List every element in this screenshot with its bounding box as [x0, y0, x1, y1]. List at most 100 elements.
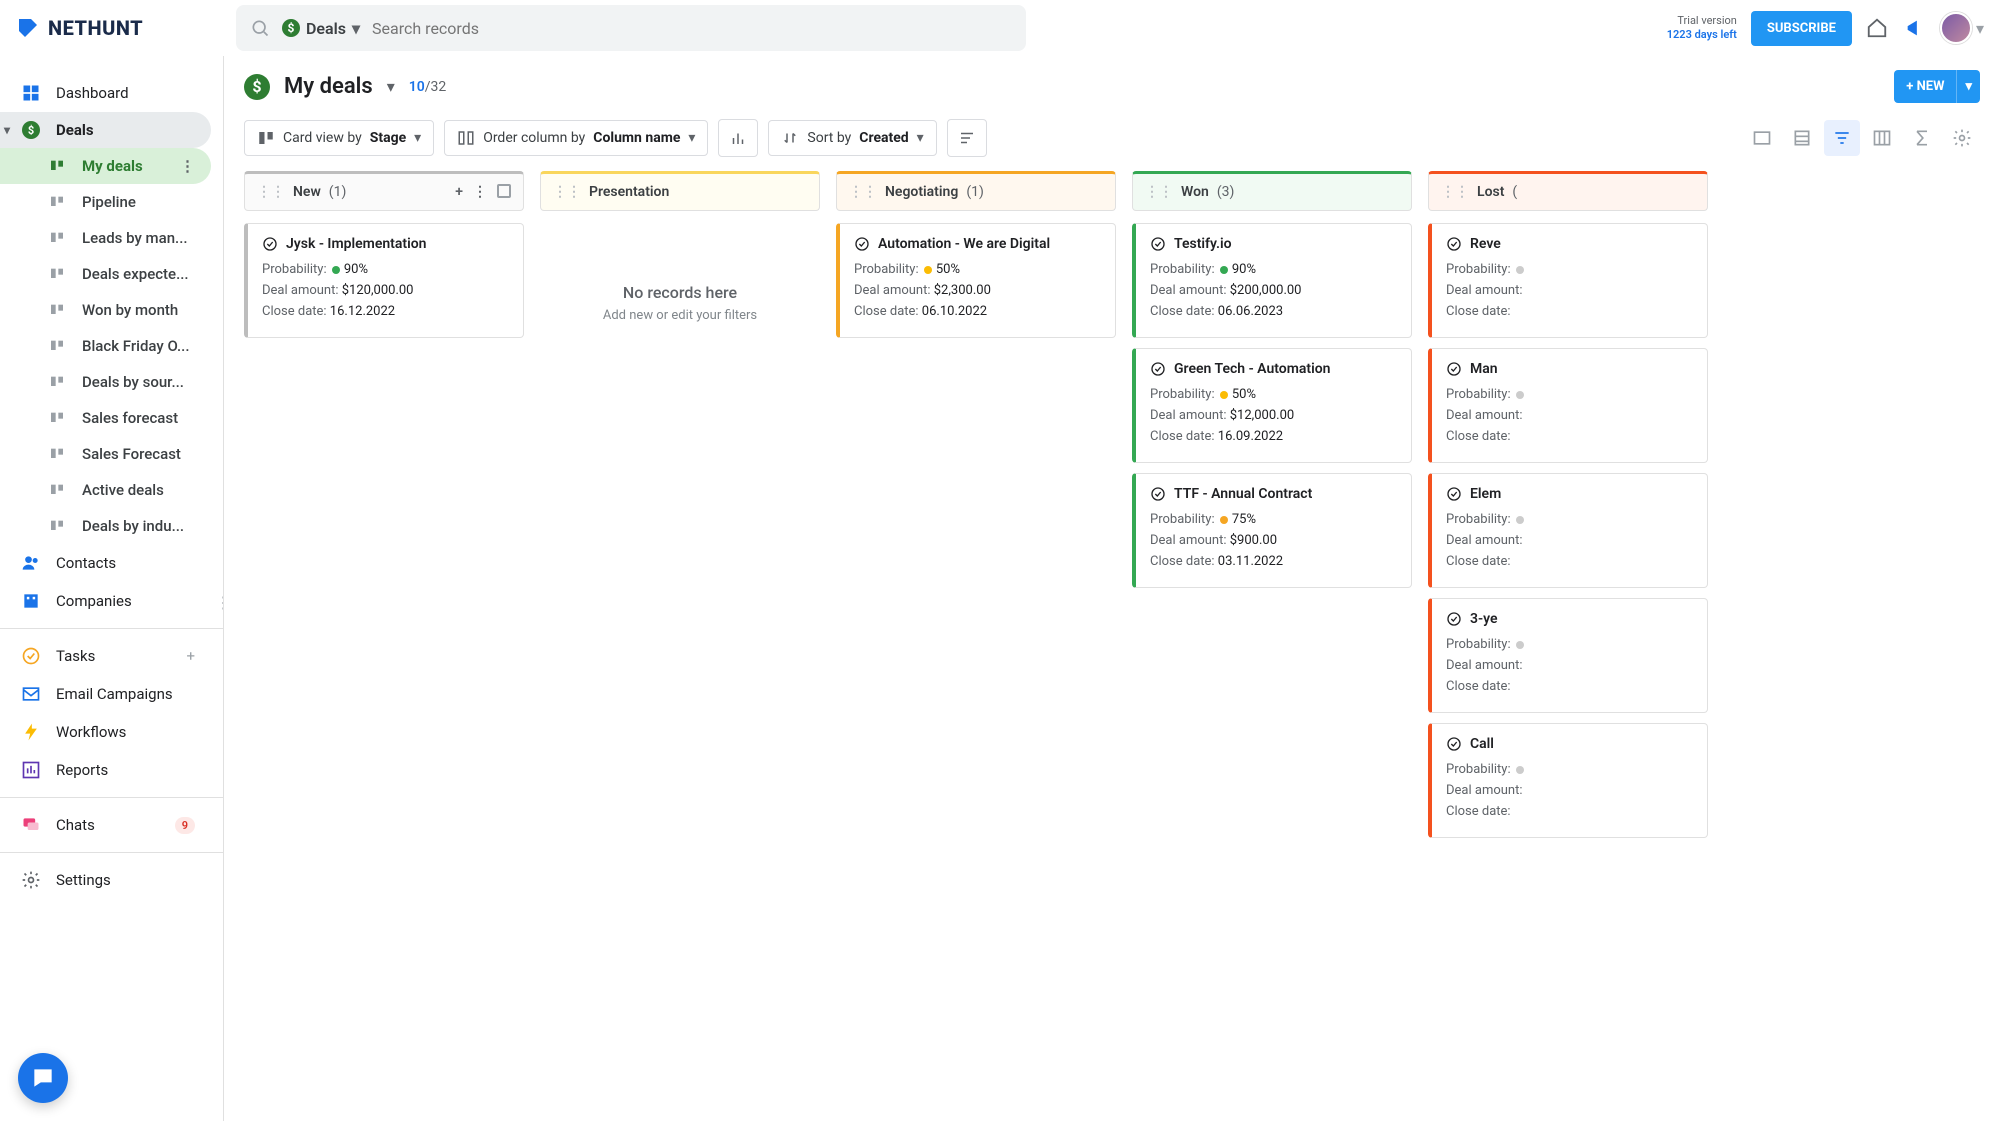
- amount-value: $120,000.00: [342, 283, 414, 298]
- sidebar-resize-handle[interactable]: ⋮: [219, 589, 224, 617]
- grip-icon[interactable]: ⋮⋮: [1145, 184, 1173, 200]
- check-circle-icon: [262, 236, 278, 252]
- sidebar-view-item[interactable]: My deals⋮: [0, 148, 211, 184]
- close-date-field: Close date: 03.11.2022: [1150, 554, 1397, 569]
- chevron-down-icon[interactable]: ▾: [387, 77, 395, 96]
- search-scope-selector[interactable]: $ Deals ▾: [282, 19, 360, 38]
- kanban-board: ⋮⋮New (1)+⋮Jysk - ImplementationProbabil…: [244, 171, 1980, 1107]
- view-label: Sales Forecast: [82, 445, 181, 463]
- deal-card[interactable]: 3-yeProbability: Deal amount: Close date…: [1428, 598, 1708, 713]
- deal-card[interactable]: Jysk - ImplementationProbability: 90%Dea…: [244, 223, 524, 338]
- grip-icon[interactable]: ⋮⋮: [1441, 184, 1469, 200]
- divider: [0, 852, 223, 853]
- chevron-down-icon: ▾: [1976, 19, 1984, 38]
- chat-fab[interactable]: [18, 1053, 68, 1103]
- card-view-selector[interactable]: Card view by Stage ▾: [244, 120, 434, 156]
- sort-lines-icon: [958, 129, 976, 147]
- nav-settings[interactable]: Settings: [0, 861, 211, 899]
- deal-card[interactable]: ManProbability: Deal amount: Close date:: [1428, 348, 1708, 463]
- subscribe-button[interactable]: SUBSCRIBE: [1751, 11, 1852, 46]
- nav-dashboard[interactable]: Dashboard: [0, 74, 211, 112]
- new-record-button[interactable]: + NEW ▾: [1894, 70, 1980, 103]
- nav-chats[interactable]: Chats 9: [0, 806, 211, 844]
- sort-direction[interactable]: [947, 119, 987, 157]
- grip-icon[interactable]: ⋮⋮: [849, 184, 877, 200]
- sidebar-view-item[interactable]: Pipeline: [0, 184, 211, 220]
- nav-reports[interactable]: Reports: [0, 751, 211, 789]
- view-list-icon[interactable]: [1784, 120, 1820, 156]
- brand-logo[interactable]: NETHUNT: [16, 16, 216, 40]
- sidebar-view-item[interactable]: Deals by sour...: [0, 364, 211, 400]
- home-icon[interactable]: [1866, 17, 1888, 39]
- amount-value: $12,000.00: [1230, 408, 1294, 423]
- sidebar-view-item[interactable]: Sales Forecast: [0, 436, 211, 472]
- sidebar-view-item[interactable]: Won by month: [0, 292, 211, 328]
- checkbox-icon[interactable]: [497, 184, 511, 198]
- columns-icon: [457, 129, 475, 147]
- nav-label: Workflows: [56, 723, 126, 741]
- probability-field: Probability: 90%: [262, 262, 509, 277]
- deal-card[interactable]: ReveProbability: Deal amount: Close date…: [1428, 223, 1708, 338]
- nav-deals[interactable]: ▾ $ Deals: [0, 112, 211, 148]
- deal-title: Call: [1470, 736, 1494, 752]
- nav-workflows[interactable]: Workflows: [0, 713, 211, 751]
- sidebar-view-item[interactable]: Deals by indu...: [0, 508, 211, 544]
- companies-icon: [20, 591, 42, 611]
- topbar: NETHUNT $ Deals ▾ Trial version 1223 day…: [0, 0, 2000, 56]
- order-prefix: Order column by: [483, 130, 585, 146]
- nav-email-campaigns[interactable]: Email Campaigns: [0, 675, 211, 713]
- empty-column: No records hereAdd new or edit your filt…: [540, 223, 820, 383]
- order-column-selector[interactable]: Order column by Column name ▾: [444, 120, 708, 156]
- filter-icon[interactable]: [1824, 120, 1860, 156]
- sidebar-view-item[interactable]: Leads by man...: [0, 220, 211, 256]
- new-button-main[interactable]: + NEW: [1894, 70, 1956, 103]
- column-header[interactable]: ⋮⋮Presentation: [540, 171, 820, 211]
- more-icon[interactable]: ⋮: [180, 157, 195, 175]
- sidebar-view-item[interactable]: Active deals: [0, 472, 211, 508]
- column-count: (1): [329, 184, 347, 200]
- announce-icon[interactable]: [1904, 17, 1926, 39]
- new-button-dropdown[interactable]: ▾: [1956, 70, 1980, 103]
- column-header[interactable]: ⋮⋮Negotiating (1): [836, 171, 1116, 211]
- column-header[interactable]: ⋮⋮New (1)+⋮: [244, 171, 524, 211]
- deal-title: Automation - We are Digital: [878, 236, 1050, 252]
- nav-contacts[interactable]: Contacts: [0, 544, 211, 582]
- sort-selector[interactable]: Sort by Created ▾: [768, 120, 936, 156]
- column-header[interactable]: ⋮⋮Won (3): [1132, 171, 1412, 211]
- deal-card[interactable]: CallProbability: Deal amount: Close date…: [1428, 723, 1708, 838]
- deal-card[interactable]: ElemProbability: Deal amount: Close date…: [1428, 473, 1708, 588]
- nav-label: Tasks: [56, 647, 95, 665]
- view-label: Pipeline: [82, 193, 136, 211]
- columns-settings-icon[interactable]: [1864, 120, 1900, 156]
- sidebar-view-item[interactable]: Sales forecast: [0, 400, 211, 436]
- order-value: Column name: [593, 130, 680, 146]
- more-icon[interactable]: ⋮: [473, 184, 487, 200]
- nav-companies[interactable]: Companies: [0, 582, 211, 620]
- chart-toggle[interactable]: [718, 119, 758, 157]
- add-icon[interactable]: +: [455, 184, 463, 200]
- deal-card[interactable]: Green Tech - AutomationProbability: 50%D…: [1132, 348, 1412, 463]
- grip-icon[interactable]: ⋮⋮: [257, 184, 285, 200]
- view-card-icon[interactable]: [1744, 120, 1780, 156]
- search-input[interactable]: [372, 19, 1012, 38]
- search-bar[interactable]: $ Deals ▾: [236, 5, 1026, 51]
- amount-field: Deal amount:: [1446, 408, 1693, 423]
- deal-title: Testify.io: [1174, 236, 1232, 252]
- column-header[interactable]: ⋮⋮Lost (: [1428, 171, 1708, 211]
- deal-card[interactable]: TTF - Annual ContractProbability: 75%Dea…: [1132, 473, 1412, 588]
- close-date-value: 06.10.2022: [922, 304, 987, 319]
- add-icon[interactable]: +: [186, 647, 195, 665]
- nav-label: Chats: [56, 816, 95, 834]
- close-date-value: 03.11.2022: [1218, 554, 1283, 569]
- grip-icon[interactable]: ⋮⋮: [553, 184, 581, 200]
- sigma-icon[interactable]: [1904, 120, 1940, 156]
- user-menu[interactable]: ▾: [1940, 12, 1984, 44]
- nav-tasks[interactable]: Tasks +: [0, 637, 211, 675]
- deal-card[interactable]: Testify.ioProbability: 90%Deal amount: $…: [1132, 223, 1412, 338]
- deal-card[interactable]: Automation - We are DigitalProbability: …: [836, 223, 1116, 338]
- sidebar-view-item[interactable]: Black Friday O...: [0, 328, 211, 364]
- gear-icon[interactable]: [1944, 120, 1980, 156]
- close-date-field: Close date:: [1446, 304, 1693, 319]
- sidebar-view-item[interactable]: Deals expecte...: [0, 256, 211, 292]
- trial-info[interactable]: Trial version 1223 days left: [1667, 14, 1737, 43]
